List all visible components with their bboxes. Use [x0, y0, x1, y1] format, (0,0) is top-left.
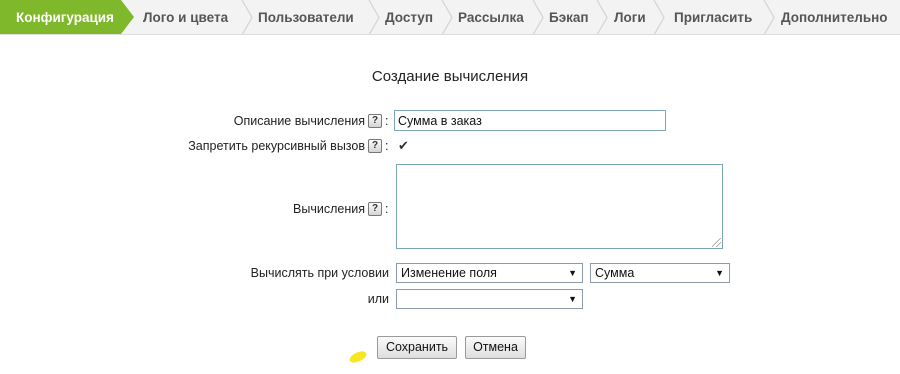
tab-additional[interactable]: Дополнительно	[781, 0, 888, 34]
help-glyph: ?	[371, 140, 379, 151]
tab-label: Дополнительно	[781, 10, 888, 25]
tab-label: Рассылка	[458, 10, 524, 25]
tab-logs[interactable]: Логи	[614, 0, 646, 34]
tab-label: Лого и цвета	[143, 10, 229, 25]
active-step-arrow	[121, 0, 134, 34]
tab-label: Бэкап	[549, 10, 589, 25]
question-icon[interactable]: ?	[368, 202, 382, 216]
tab-logo-colors[interactable]: Лого и цвета	[143, 0, 229, 34]
label-colon: :	[385, 202, 389, 216]
tab-users[interactable]: Пользователи	[258, 0, 354, 34]
wizard-nav: Конфигурация Лого и цвета Пользователи Д…	[0, 0, 900, 35]
question-icon[interactable]: ?	[368, 114, 382, 128]
tab-backup[interactable]: Бэкап	[549, 0, 589, 34]
dropdown-arrow-icon: ▼	[715, 268, 724, 278]
tab-mailing[interactable]: Рассылка	[458, 0, 524, 34]
chevron-separator-icon	[653, 0, 665, 34]
cursor-highlight-icon	[349, 351, 367, 363]
chevron-separator-icon	[596, 0, 608, 34]
condition-value-select[interactable]: Сумма ▼	[590, 263, 730, 283]
description-input[interactable]	[394, 110, 666, 131]
tab-configuration[interactable]: Конфигурация	[0, 0, 121, 34]
save-button[interactable]: Сохранить	[377, 336, 457, 359]
tab-access[interactable]: Доступ	[385, 0, 433, 34]
chevron-separator-icon	[241, 0, 253, 34]
tab-label: Пользователи	[258, 10, 354, 25]
tab-label: Пригласить	[674, 10, 753, 25]
page-title: Создание вычисления	[371, 68, 529, 85]
chevron-separator-icon	[532, 0, 544, 34]
no-recursive-label: Запретить рекурсивный вызов	[188, 139, 365, 153]
calculations-label: Вычисления	[293, 202, 365, 216]
chevron-separator-icon	[368, 0, 380, 34]
or-label: или	[367, 292, 389, 306]
no-recursive-checkbox[interactable]: ✔	[398, 139, 411, 152]
label-colon: :	[385, 114, 389, 128]
tab-label: Доступ	[385, 10, 433, 25]
or-condition-select[interactable]: ▼	[396, 289, 583, 309]
select-value: Сумма	[595, 266, 635, 280]
help-glyph: ?	[371, 115, 379, 126]
condition-label: Вычислять при условии	[250, 266, 389, 280]
resize-handle-icon[interactable]	[712, 238, 721, 247]
dropdown-arrow-icon: ▼	[568, 268, 577, 278]
tab-label: Логи	[614, 10, 646, 25]
question-icon[interactable]: ?	[368, 139, 382, 153]
tab-invite[interactable]: Пригласить	[674, 0, 753, 34]
cancel-button[interactable]: Отмена	[465, 336, 526, 359]
label-colon: :	[385, 139, 389, 153]
help-glyph: ?	[371, 203, 379, 214]
calculations-textarea[interactable]	[396, 164, 723, 249]
dropdown-arrow-icon: ▼	[568, 294, 577, 304]
chevron-separator-icon	[441, 0, 453, 34]
tab-label: Конфигурация	[16, 10, 114, 25]
select-value: Изменение поля	[401, 266, 497, 280]
description-label: Описание вычисления	[233, 114, 365, 128]
condition-field-select[interactable]: Изменение поля ▼	[396, 263, 583, 283]
chevron-separator-icon	[763, 0, 775, 34]
